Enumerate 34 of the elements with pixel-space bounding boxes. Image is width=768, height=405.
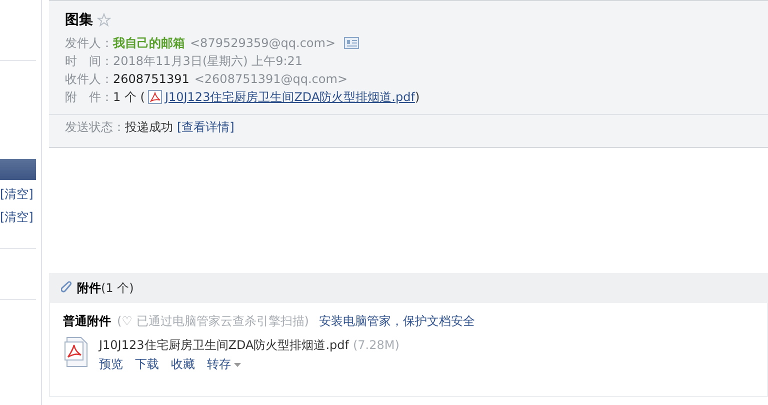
sidebar-highlight [0, 159, 36, 180]
field-label: 附 件： [65, 88, 113, 106]
caret-icon [234, 362, 241, 366]
field-label: 发件人： [65, 34, 113, 52]
mail-subject: 图集 [65, 11, 93, 29]
recipient-name: 2608751391 [113, 72, 190, 86]
file-action-link[interactable]: 预览 [99, 356, 123, 373]
file-action-link[interactable]: 下载 [135, 356, 159, 373]
mail-time: 2018年11月3日(星期六) 上午9:21 [113, 52, 303, 70]
details-link[interactable]: [查看详情] [177, 118, 234, 136]
file-action-link[interactable]: 收藏 [171, 356, 195, 373]
paperclip-icon [61, 281, 73, 295]
recipient-address: <2608751391@qq.com> [194, 72, 348, 86]
file-action-link[interactable]: 转存 [207, 356, 241, 373]
scan-note: (♡ 已通过电脑管家云查杀引擎扫描) [117, 313, 309, 330]
pdf-icon [148, 90, 162, 104]
clear-link[interactable]: [清空] [0, 209, 41, 226]
field-label: 时 间： [65, 52, 113, 70]
file-name: J10J123住宅厨房卫生间ZDA防火型排烟道.pdf [99, 336, 349, 354]
attachments-title: 附件 [77, 280, 101, 296]
attachment-link[interactable]: J10J123住宅厨房卫生间ZDA防火型排烟道.pdf [164, 88, 415, 106]
attachment-count: 1 个 ( [113, 88, 145, 106]
section-title: 普通附件 [63, 313, 111, 330]
field-label: 收件人： [65, 70, 113, 88]
status-label: 发送状态： [65, 118, 125, 136]
contact-card-icon[interactable] [344, 37, 358, 49]
attachments-count: (1 个) [101, 280, 134, 296]
paren-text: ) [414, 90, 420, 104]
status-value: 投递成功 [125, 118, 173, 136]
clear-link[interactable]: [清空] [0, 186, 41, 203]
file-size: (7.28M) [352, 338, 400, 352]
promo-link[interactable]: 安装电脑管家，保护文档安全 [318, 313, 475, 330]
sender-address: <879529359@qq.com> [190, 36, 336, 50]
star-icon[interactable] [97, 13, 111, 27]
